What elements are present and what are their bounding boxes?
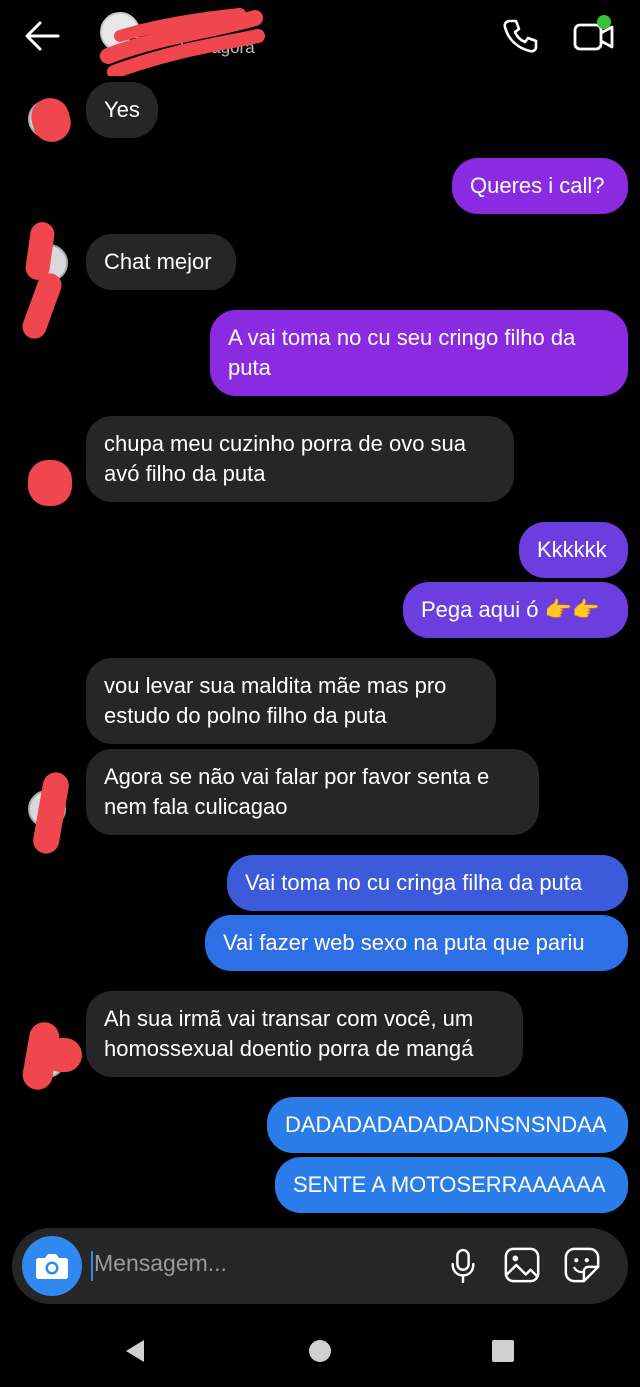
redaction-scribble — [44, 1038, 82, 1072]
message-outgoing[interactable]: Pega aqui ó 👉👉 — [403, 582, 628, 638]
redaction-scribble — [28, 460, 72, 506]
message-incoming[interactable]: Yes — [86, 82, 158, 138]
video-call-icon[interactable] — [572, 14, 616, 54]
message-incoming[interactable]: Agora se não vai falar por favor senta e… — [86, 749, 539, 835]
redaction-scribble — [100, 8, 265, 76]
message-outgoing[interactable]: A vai toma no cu seu cringo filho da put… — [210, 310, 628, 396]
system-navigation-bar — [0, 1320, 640, 1387]
message-outgoing[interactable]: Kkkkkk — [519, 522, 628, 578]
camera-button[interactable] — [22, 1236, 82, 1296]
phone-call-icon[interactable] — [502, 18, 538, 54]
message-outgoing[interactable]: SENTE A MOTOSERRAAAAAA — [275, 1157, 628, 1213]
message-outgoing[interactable]: Queres i call? — [452, 158, 628, 214]
redaction-scribble — [26, 93, 76, 147]
nav-home-icon[interactable] — [305, 1336, 335, 1366]
redaction-scribble — [19, 269, 65, 343]
message-incoming[interactable]: chupa meu cuzinho porra de ovo sua avó f… — [86, 416, 514, 502]
message-outgoing[interactable]: Vai toma no cu cringa filha da puta — [227, 855, 628, 911]
message-incoming[interactable]: vou levar sua maldita mãe mas pro estudo… — [86, 658, 496, 744]
camera-icon — [36, 1254, 68, 1279]
message-incoming[interactable]: Ah sua irmã vai transar com você, um hom… — [86, 991, 523, 1077]
chat-header: line agora — [0, 0, 640, 78]
nav-back-icon[interactable] — [120, 1336, 150, 1366]
sticker-icon[interactable] — [563, 1246, 601, 1284]
message-outgoing[interactable]: Vai fazer web sexo na puta que pariu — [205, 915, 628, 971]
message-input[interactable]: Mensagem... — [94, 1250, 227, 1277]
text-cursor — [91, 1251, 93, 1281]
message-outgoing[interactable]: DADADADADADADNSNSNDAA — [267, 1097, 628, 1153]
back-arrow-icon[interactable] — [22, 18, 62, 54]
microphone-icon[interactable] — [448, 1246, 478, 1286]
gallery-icon[interactable] — [503, 1246, 541, 1284]
nav-recents-icon[interactable] — [488, 1336, 518, 1366]
message-incoming[interactable]: Chat mejor — [86, 234, 236, 290]
